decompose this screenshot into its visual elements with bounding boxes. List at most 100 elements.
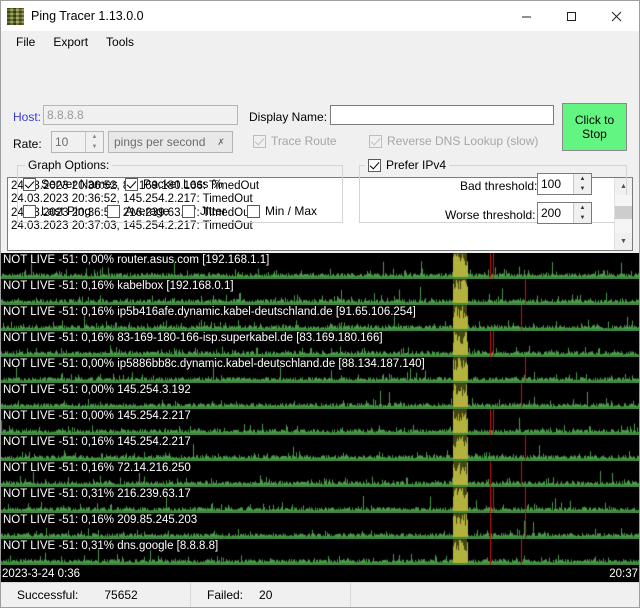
graph-row-label: NOT LIVE -51: 0,16% kabelbox [192.168.0.… <box>3 280 234 292</box>
trace-route-checkbox[interactable]: Trace Route <box>253 134 337 148</box>
graph-row-label: NOT LIVE -51: 0,16% 83-169-180-166-isp.s… <box>3 332 383 344</box>
host-label[interactable]: Host: <box>13 110 41 124</box>
checkbox-server-names[interactable]: Server Names <box>23 177 118 191</box>
close-button[interactable] <box>594 1 639 31</box>
checkbox-packet-loss-label: Packet Loss % <box>143 177 223 191</box>
rate-stepper-down-icon[interactable]: ▼ <box>86 142 103 152</box>
trace-route-label: Trace Route <box>271 134 337 148</box>
graph-row[interactable]: NOT LIVE -51: 0,16% kabelbox [192.168.0.… <box>1 279 639 305</box>
worse-threshold-stepper[interactable]: 200 ▲ ▼ <box>537 202 592 224</box>
status-failed-value: 20 <box>259 588 273 602</box>
graph-row-label: NOT LIVE -51: 0,31% dns.google [8.8.8.8] <box>3 540 219 552</box>
menu-file[interactable]: File <box>7 33 44 51</box>
bad-threshold-stepper[interactable]: 100 ▲ ▼ <box>537 173 592 195</box>
display-name-label: Display Name: <box>249 110 328 124</box>
graph-row[interactable]: NOT LIVE -51: 0,00% ip5886bb8c.dynamic.k… <box>1 357 639 383</box>
checkbox-packet-loss[interactable]: Packet Loss % <box>125 177 222 191</box>
checkbox-jitter-label: Jitter <box>200 204 227 218</box>
menu-export[interactable]: Export <box>44 33 97 51</box>
worse-threshold-stepper-buttons[interactable]: ▲ ▼ <box>573 203 591 223</box>
graph-row-label: NOT LIVE -51: 0,16% ip5b416afe.dynamic.k… <box>3 306 416 318</box>
graph-row[interactable]: NOT LIVE -51: 0,16% 72.14.216.250 <box>1 461 639 487</box>
scroll-down-icon[interactable]: ▼ <box>615 233 632 250</box>
graph-row-label: NOT LIVE -51: 0,00% 145.254.2.217 <box>3 410 191 422</box>
graph-row[interactable]: NOT LIVE -51: 0,31% 216.239.63.17 <box>1 487 639 513</box>
graph-row[interactable]: NOT LIVE -51: 0,00% router.asus.com [192… <box>1 253 639 279</box>
graph-row[interactable]: NOT LIVE -51: 0,31% dns.google [8.8.8.8] <box>1 539 639 565</box>
bad-threshold-value: 100 <box>541 177 562 191</box>
graph-row[interactable]: NOT LIVE -51: 0,00% 145.254.3.192 <box>1 383 639 409</box>
checkbox-average-label: Average <box>125 204 170 218</box>
checkbox-min-max[interactable]: Min / Max <box>247 204 317 218</box>
host-input[interactable] <box>43 105 238 125</box>
menu-tools[interactable]: Tools <box>97 33 143 51</box>
start-stop-button[interactable]: Click to Stop <box>562 103 627 151</box>
time-axis: 2023-3-24 0:36 20:37 <box>1 565 639 582</box>
time-axis-start: 2023-3-24 0:36 <box>2 567 81 580</box>
rate-stepper-buttons[interactable]: ▲ ▼ <box>85 132 103 152</box>
rate-label: Rate: <box>13 137 42 151</box>
rate-value: 10 <box>55 135 69 149</box>
checkbox-prefer-ipv4[interactable]: Prefer IPv4 <box>368 158 446 172</box>
minimize-button[interactable] <box>504 1 549 31</box>
reverse-dns-label: Reverse DNS Lookup (slow) <box>387 134 539 148</box>
graph-row-label: NOT LIVE -51: 0,00% ip5886bb8c.dynamic.k… <box>3 358 425 370</box>
checkbox-last-ping-label: Last Ping <box>41 204 92 218</box>
checkbox-box <box>253 134 266 148</box>
scrollbar-thumb[interactable] <box>615 206 632 220</box>
checkbox-server-names-label: Server Names <box>41 177 118 191</box>
checkbox-jitter[interactable]: Jitter <box>182 204 226 218</box>
status-successful-label: Successful: <box>17 588 79 602</box>
worse-threshold-down-icon[interactable]: ▼ <box>574 213 591 223</box>
bad-threshold-up-icon[interactable]: ▲ <box>574 174 591 184</box>
rate-unit-select[interactable]: pings per second ✗ <box>108 131 233 153</box>
display-name-input[interactable] <box>330 105 554 125</box>
maximize-button[interactable] <box>549 1 594 31</box>
checkbox-box <box>107 204 120 218</box>
window-controls <box>504 1 639 31</box>
checkbox-box <box>23 204 36 218</box>
checkbox-box <box>125 177 138 191</box>
graph-row[interactable]: NOT LIVE -51: 0,16% 83-169-180-166-isp.s… <box>1 331 639 357</box>
checkbox-box <box>368 158 381 172</box>
checkbox-box <box>182 204 195 218</box>
settings-panel: Host: Rate: 10 ▲ ▼ pings per second ✗ Di… <box>1 53 639 224</box>
checkbox-box <box>369 134 382 148</box>
ping-tracer-window: Ping Tracer 1.13.0.0 File Export Tools H… <box>0 0 640 608</box>
checkbox-box <box>23 177 36 191</box>
graph-row-label: NOT LIVE -51: 0,00% router.asus.com [192… <box>3 254 270 266</box>
rate-stepper-up-icon[interactable]: ▲ <box>86 132 103 142</box>
graph-options-label: Graph Options: <box>25 158 113 172</box>
bad-threshold-label: Bad threshold: <box>460 179 538 193</box>
status-failed-label: Failed: <box>207 588 244 602</box>
checkbox-prefer-ipv4-label: Prefer IPv4 <box>386 158 447 172</box>
graph-row-label: NOT LIVE -51: 0,16% 145.254.2.217 <box>3 436 191 448</box>
rate-stepper[interactable]: 10 ▲ ▼ <box>51 131 104 153</box>
status-bar: Successful: 75652 Failed: 20 <box>1 582 639 607</box>
bad-threshold-stepper-buttons[interactable]: ▲ ▼ <box>573 174 591 194</box>
graph-row-label: NOT LIVE -51: 0,16% 72.14.216.250 <box>3 462 191 474</box>
status-failed: Failed: 20 <box>191 583 351 607</box>
status-successful-value: 75652 <box>104 588 138 602</box>
reverse-dns-checkbox[interactable]: Reverse DNS Lookup (slow) <box>369 134 538 148</box>
stop-button-line2: Stop <box>582 127 607 141</box>
graph-row-label: NOT LIVE -51: 0,00% 145.254.3.192 <box>3 384 191 396</box>
ping-graph-area[interactable]: NOT LIVE -51: 0,00% router.asus.com [192… <box>1 253 639 565</box>
checkbox-min-max-label: Min / Max <box>265 204 318 218</box>
stop-button-line1: Click to <box>574 113 615 127</box>
menu-bar: File Export Tools <box>1 31 639 53</box>
bad-threshold-down-icon[interactable]: ▼ <box>574 184 591 194</box>
graph-row[interactable]: NOT LIVE -51: 0,16% 209.85.245.203 <box>1 513 639 539</box>
worse-threshold-up-icon[interactable]: ▲ <box>574 203 591 213</box>
scrollbar-track[interactable] <box>615 195 632 233</box>
rate-unit-value: pings per second <box>114 135 206 149</box>
time-axis-end: 20:37 <box>609 567 638 580</box>
checkbox-last-ping[interactable]: Last Ping <box>23 204 91 218</box>
graph-row[interactable]: NOT LIVE -51: 0,16% 145.254.2.217 <box>1 435 639 461</box>
graph-row-label: NOT LIVE -51: 0,16% 209.85.245.203 <box>3 514 198 526</box>
worse-threshold-label: Worse threshold: <box>445 208 536 222</box>
graph-row[interactable]: NOT LIVE -51: 0,16% ip5b416afe.dynamic.k… <box>1 305 639 331</box>
app-icon <box>7 7 24 25</box>
checkbox-average[interactable]: Average <box>107 204 169 218</box>
graph-row[interactable]: NOT LIVE -51: 0,00% 145.254.2.217 <box>1 409 639 435</box>
